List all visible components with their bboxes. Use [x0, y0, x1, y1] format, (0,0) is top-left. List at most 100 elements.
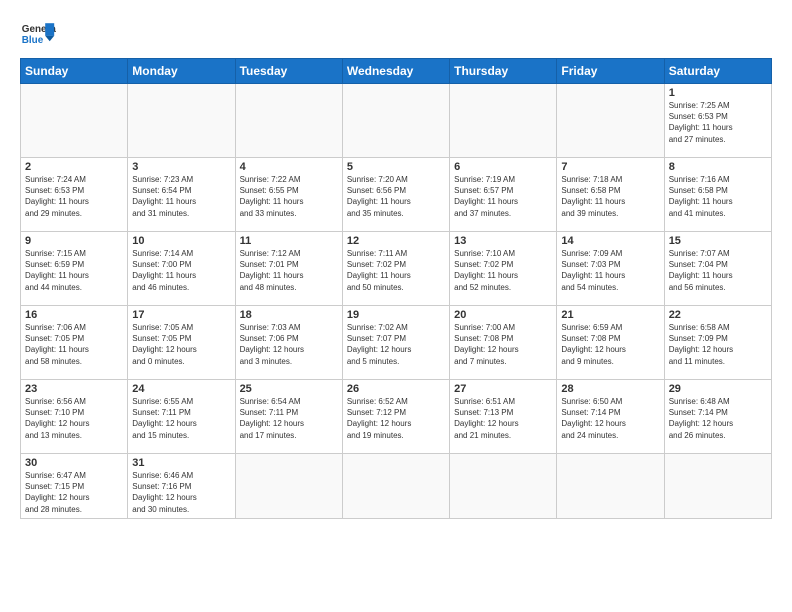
day-cell [450, 84, 557, 158]
day-info: Sunrise: 7:22 AM Sunset: 6:55 PM Dayligh… [240, 174, 338, 219]
day-cell: 30Sunrise: 6:47 AM Sunset: 7:15 PM Dayli… [21, 454, 128, 519]
day-cell: 4Sunrise: 7:22 AM Sunset: 6:55 PM Daylig… [235, 158, 342, 232]
day-cell: 22Sunrise: 6:58 AM Sunset: 7:09 PM Dayli… [664, 306, 771, 380]
day-cell: 23Sunrise: 6:56 AM Sunset: 7:10 PM Dayli… [21, 380, 128, 454]
day-number: 4 [240, 161, 338, 173]
weekday-header-saturday: Saturday [664, 59, 771, 84]
day-info: Sunrise: 7:19 AM Sunset: 6:57 PM Dayligh… [454, 174, 552, 219]
day-number: 21 [561, 309, 659, 321]
weekday-header-monday: Monday [128, 59, 235, 84]
day-cell: 11Sunrise: 7:12 AM Sunset: 7:01 PM Dayli… [235, 232, 342, 306]
day-info: Sunrise: 6:48 AM Sunset: 7:14 PM Dayligh… [669, 396, 767, 441]
day-info: Sunrise: 7:06 AM Sunset: 7:05 PM Dayligh… [25, 322, 123, 367]
calendar-page: General Blue SundayMondayTuesdayWednesda… [0, 0, 792, 529]
day-cell: 15Sunrise: 7:07 AM Sunset: 7:04 PM Dayli… [664, 232, 771, 306]
day-cell [557, 454, 664, 519]
day-info: Sunrise: 7:02 AM Sunset: 7:07 PM Dayligh… [347, 322, 445, 367]
week-row-0: 1Sunrise: 7:25 AM Sunset: 6:53 PM Daylig… [21, 84, 772, 158]
day-number: 27 [454, 383, 552, 395]
day-number: 28 [561, 383, 659, 395]
header: General Blue [20, 16, 772, 52]
day-cell: 24Sunrise: 6:55 AM Sunset: 7:11 PM Dayli… [128, 380, 235, 454]
day-info: Sunrise: 7:20 AM Sunset: 6:56 PM Dayligh… [347, 174, 445, 219]
day-info: Sunrise: 6:52 AM Sunset: 7:12 PM Dayligh… [347, 396, 445, 441]
calendar-table: SundayMondayTuesdayWednesdayThursdayFrid… [20, 58, 772, 519]
day-number: 30 [25, 457, 123, 469]
day-number: 19 [347, 309, 445, 321]
day-info: Sunrise: 7:24 AM Sunset: 6:53 PM Dayligh… [25, 174, 123, 219]
day-number: 8 [669, 161, 767, 173]
day-info: Sunrise: 7:05 AM Sunset: 7:05 PM Dayligh… [132, 322, 230, 367]
weekday-header-thursday: Thursday [450, 59, 557, 84]
day-cell: 3Sunrise: 7:23 AM Sunset: 6:54 PM Daylig… [128, 158, 235, 232]
day-number: 1 [669, 87, 767, 99]
day-info: Sunrise: 7:10 AM Sunset: 7:02 PM Dayligh… [454, 248, 552, 293]
day-info: Sunrise: 7:15 AM Sunset: 6:59 PM Dayligh… [25, 248, 123, 293]
day-cell: 9Sunrise: 7:15 AM Sunset: 6:59 PM Daylig… [21, 232, 128, 306]
day-cell: 19Sunrise: 7:02 AM Sunset: 7:07 PM Dayli… [342, 306, 449, 380]
day-cell: 14Sunrise: 7:09 AM Sunset: 7:03 PM Dayli… [557, 232, 664, 306]
day-number: 31 [132, 457, 230, 469]
day-info: Sunrise: 6:50 AM Sunset: 7:14 PM Dayligh… [561, 396, 659, 441]
day-number: 12 [347, 235, 445, 247]
day-cell [450, 454, 557, 519]
day-cell: 29Sunrise: 6:48 AM Sunset: 7:14 PM Dayli… [664, 380, 771, 454]
day-cell [342, 454, 449, 519]
day-number: 18 [240, 309, 338, 321]
day-number: 24 [132, 383, 230, 395]
day-info: Sunrise: 6:58 AM Sunset: 7:09 PM Dayligh… [669, 322, 767, 367]
day-info: Sunrise: 6:47 AM Sunset: 7:15 PM Dayligh… [25, 470, 123, 515]
day-number: 26 [347, 383, 445, 395]
day-number: 20 [454, 309, 552, 321]
day-cell: 7Sunrise: 7:18 AM Sunset: 6:58 PM Daylig… [557, 158, 664, 232]
logo-svg: General Blue [20, 16, 56, 52]
day-cell [235, 84, 342, 158]
day-number: 10 [132, 235, 230, 247]
day-cell [235, 454, 342, 519]
day-number: 11 [240, 235, 338, 247]
day-cell: 12Sunrise: 7:11 AM Sunset: 7:02 PM Dayli… [342, 232, 449, 306]
day-info: Sunrise: 7:07 AM Sunset: 7:04 PM Dayligh… [669, 248, 767, 293]
day-info: Sunrise: 6:51 AM Sunset: 7:13 PM Dayligh… [454, 396, 552, 441]
weekday-header-friday: Friday [557, 59, 664, 84]
day-info: Sunrise: 7:12 AM Sunset: 7:01 PM Dayligh… [240, 248, 338, 293]
day-cell: 16Sunrise: 7:06 AM Sunset: 7:05 PM Dayli… [21, 306, 128, 380]
svg-text:Blue: Blue [22, 35, 44, 46]
weekday-header-tuesday: Tuesday [235, 59, 342, 84]
weekday-header-sunday: Sunday [21, 59, 128, 84]
day-cell: 17Sunrise: 7:05 AM Sunset: 7:05 PM Dayli… [128, 306, 235, 380]
day-info: Sunrise: 7:00 AM Sunset: 7:08 PM Dayligh… [454, 322, 552, 367]
weekday-header-row: SundayMondayTuesdayWednesdayThursdayFrid… [21, 59, 772, 84]
day-cell: 10Sunrise: 7:14 AM Sunset: 7:00 PM Dayli… [128, 232, 235, 306]
day-number: 15 [669, 235, 767, 247]
day-cell: 6Sunrise: 7:19 AM Sunset: 6:57 PM Daylig… [450, 158, 557, 232]
day-cell: 2Sunrise: 7:24 AM Sunset: 6:53 PM Daylig… [21, 158, 128, 232]
day-number: 17 [132, 309, 230, 321]
day-cell: 13Sunrise: 7:10 AM Sunset: 7:02 PM Dayli… [450, 232, 557, 306]
day-cell [342, 84, 449, 158]
day-number: 2 [25, 161, 123, 173]
day-number: 14 [561, 235, 659, 247]
day-info: Sunrise: 6:56 AM Sunset: 7:10 PM Dayligh… [25, 396, 123, 441]
day-info: Sunrise: 7:11 AM Sunset: 7:02 PM Dayligh… [347, 248, 445, 293]
day-info: Sunrise: 6:54 AM Sunset: 7:11 PM Dayligh… [240, 396, 338, 441]
day-cell [21, 84, 128, 158]
day-cell: 18Sunrise: 7:03 AM Sunset: 7:06 PM Dayli… [235, 306, 342, 380]
day-number: 25 [240, 383, 338, 395]
day-number: 13 [454, 235, 552, 247]
day-number: 23 [25, 383, 123, 395]
week-row-3: 16Sunrise: 7:06 AM Sunset: 7:05 PM Dayli… [21, 306, 772, 380]
day-number: 16 [25, 309, 123, 321]
day-cell: 1Sunrise: 7:25 AM Sunset: 6:53 PM Daylig… [664, 84, 771, 158]
day-cell: 8Sunrise: 7:16 AM Sunset: 6:58 PM Daylig… [664, 158, 771, 232]
day-number: 3 [132, 161, 230, 173]
day-number: 5 [347, 161, 445, 173]
week-row-1: 2Sunrise: 7:24 AM Sunset: 6:53 PM Daylig… [21, 158, 772, 232]
day-info: Sunrise: 6:46 AM Sunset: 7:16 PM Dayligh… [132, 470, 230, 515]
week-row-4: 23Sunrise: 6:56 AM Sunset: 7:10 PM Dayli… [21, 380, 772, 454]
day-info: Sunrise: 7:18 AM Sunset: 6:58 PM Dayligh… [561, 174, 659, 219]
day-number: 29 [669, 383, 767, 395]
weekday-header-wednesday: Wednesday [342, 59, 449, 84]
day-cell: 28Sunrise: 6:50 AM Sunset: 7:14 PM Dayli… [557, 380, 664, 454]
day-cell: 27Sunrise: 6:51 AM Sunset: 7:13 PM Dayli… [450, 380, 557, 454]
